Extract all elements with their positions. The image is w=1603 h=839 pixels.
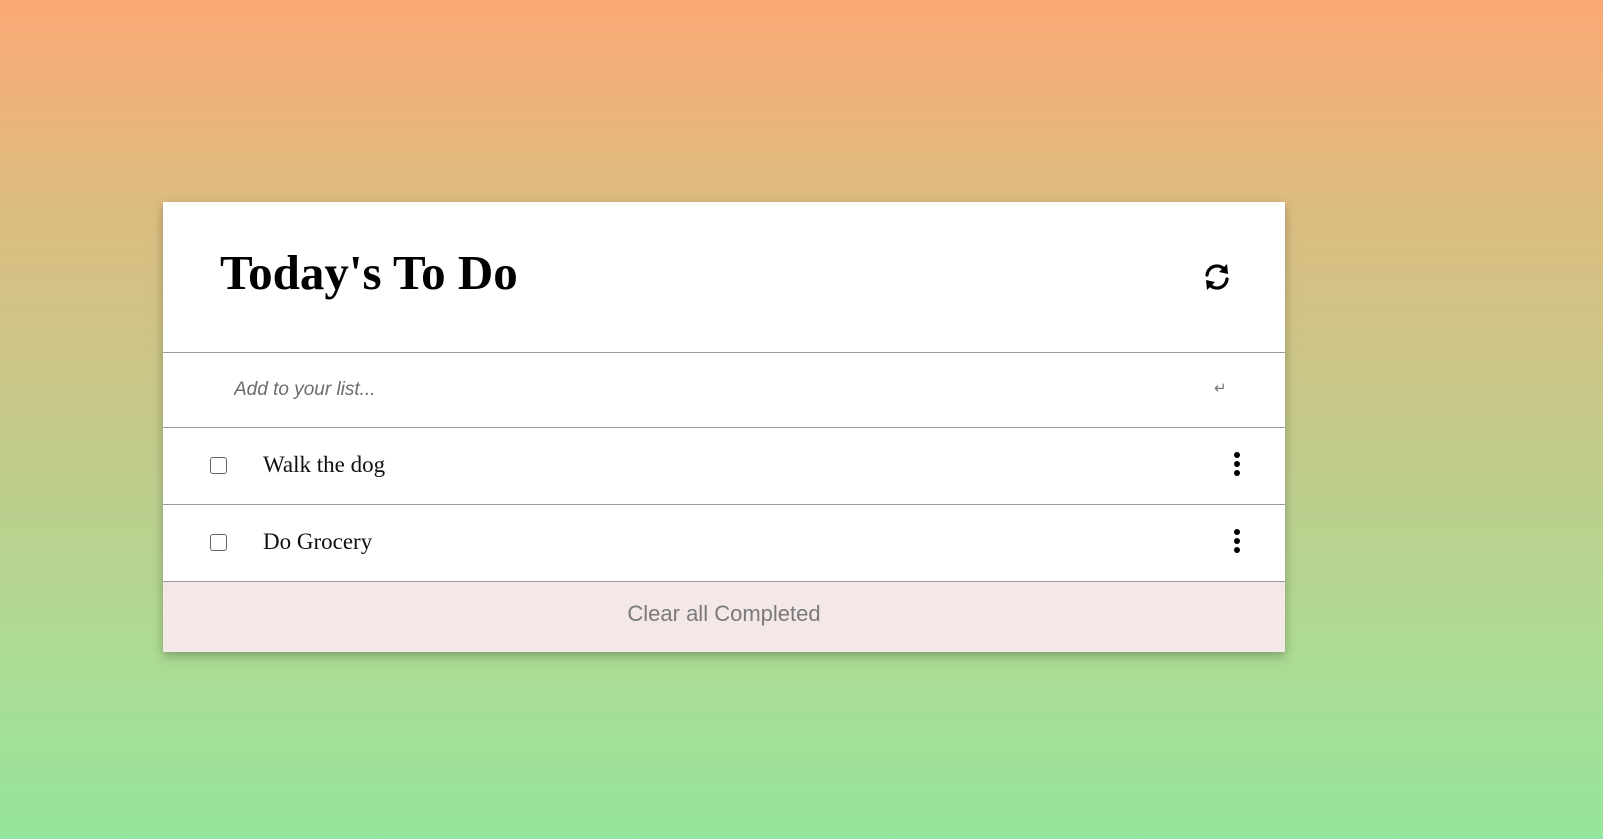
page-title: Today's To Do <box>220 245 518 300</box>
todo-checkbox[interactable] <box>210 534 227 551</box>
todo-label: Do Grocery <box>263 529 373 554</box>
todo-card: Today's To Do ↵ Walk the dog Do Grocery … <box>163 202 1285 652</box>
refresh-icon[interactable] <box>1203 262 1231 292</box>
enter-icon[interactable]: ↵ <box>1214 379 1227 397</box>
add-item-row: ↵ <box>163 353 1285 428</box>
todo-item: Do Grocery <box>163 505 1285 582</box>
more-options-icon[interactable] <box>1230 529 1244 557</box>
add-item-input[interactable] <box>219 371 1199 409</box>
todo-item: Walk the dog <box>163 428 1285 505</box>
clear-completed-label: Clear all Completed <box>627 601 821 626</box>
clear-completed-button[interactable]: Clear all Completed <box>163 582 1285 652</box>
todo-label: Walk the dog <box>263 452 386 477</box>
todo-checkbox[interactable] <box>210 457 227 474</box>
todo-header: Today's To Do <box>163 202 1285 353</box>
more-options-icon[interactable] <box>1230 452 1244 480</box>
